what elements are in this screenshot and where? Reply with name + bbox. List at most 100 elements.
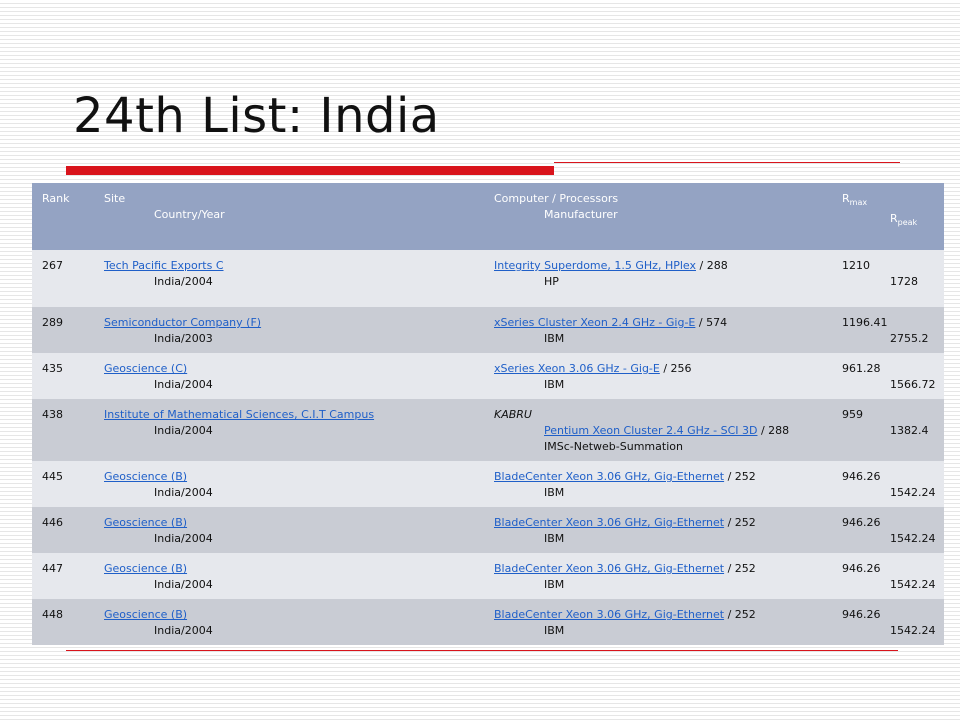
site-link[interactable]: Institute of Mathematical Sciences, C.I.… xyxy=(104,408,374,421)
header-country-year: Country/Year xyxy=(154,208,225,221)
header-rank: Rank xyxy=(42,192,70,205)
computer-link[interactable]: BladeCenter Xeon 3.06 GHz, Gig-Ethernet xyxy=(494,516,724,529)
header-computer-label: Computer / Processors xyxy=(494,192,619,205)
cell-performance: 961.28 1566.72 xyxy=(842,353,944,399)
rmax-value: 961.28 xyxy=(842,362,881,375)
rpeak-value: 1382.4 xyxy=(890,424,929,437)
country-year: India/2004 xyxy=(154,486,213,499)
site-link[interactable]: Geoscience (B) xyxy=(104,608,187,621)
rank-value: 445 xyxy=(42,470,63,483)
processor-count: / 252 xyxy=(724,470,756,483)
table-row: 435 Geoscience (C) India/2004 xSeries Xeon … xyxy=(32,353,944,399)
cell-site: Geoscience (B) India/2004 xyxy=(104,553,494,599)
computer-link[interactable]: xSeries Cluster Xeon 2.4 GHz - Gig-E xyxy=(494,316,695,329)
cell-computer: KABRU Pentium Xeon Cluster 2.4 GHz - SCI … xyxy=(494,399,842,461)
processor-count: / 252 xyxy=(724,562,756,575)
cell-rank: 445 xyxy=(32,461,104,507)
manufacturer: IBM xyxy=(544,532,565,545)
table-row: 445 Geoscience (B) India/2004 BladeCenter X… xyxy=(32,461,944,507)
computer-link[interactable]: BladeCenter Xeon 3.06 GHz, Gig-Ethernet xyxy=(494,608,724,621)
computer-link[interactable]: BladeCenter Xeon 3.06 GHz, Gig-Ethernet xyxy=(494,562,724,575)
cell-site: Geoscience (B) India/2004 xyxy=(104,461,494,507)
rpeak-value: 1728 xyxy=(890,275,918,288)
cell-rank: 446 xyxy=(32,507,104,553)
manufacturer: IMSc-Netweb-Summation xyxy=(544,440,683,453)
cell-computer: BladeCenter Xeon 3.06 GHz, Gig-Ethernet … xyxy=(494,599,842,645)
cell-rank: 447 xyxy=(32,553,104,599)
site-link[interactable]: Tech Pacific Exports C xyxy=(104,259,224,272)
manufacturer: IBM xyxy=(544,332,565,345)
country-year: India/2004 xyxy=(154,532,213,545)
manufacturer: HP xyxy=(544,275,559,288)
rmax-value: 946.26 xyxy=(842,470,881,483)
cell-computer: BladeCenter Xeon 3.06 GHz, Gig-Ethernet … xyxy=(494,553,842,599)
rmax-value: 946.26 xyxy=(842,516,881,529)
footer-divider-line xyxy=(66,650,898,651)
rank-value: 448 xyxy=(42,608,63,621)
header-manufacturer: Manufacturer xyxy=(544,208,618,221)
rpeak-value: 1542.24 xyxy=(890,486,936,499)
site-link[interactable]: Semiconductor Company (F) xyxy=(104,316,261,329)
rmax-value: 1196.41 xyxy=(842,316,888,329)
site-link[interactable]: Geoscience (B) xyxy=(104,470,187,483)
processor-count: / 252 xyxy=(724,516,756,529)
cell-rank: 289 xyxy=(32,307,104,353)
rmax-value: 1210 xyxy=(842,259,870,272)
computer-link[interactable]: Pentium Xeon Cluster 2.4 GHz - SCI 3D xyxy=(544,424,757,437)
rmax-value: 959 xyxy=(842,408,863,421)
table-row: 448 Geoscience (B) India/2004 BladeCenter X… xyxy=(32,599,944,645)
table-row: 267 Tech Pacific Exports C India/2004 Integ… xyxy=(32,250,944,307)
table-row: 438 Institute of Mathematical Sciences, C… xyxy=(32,399,944,461)
computer-link[interactable]: xSeries Xeon 3.06 GHz - Gig-E xyxy=(494,362,660,375)
rank-value: 289 xyxy=(42,316,63,329)
slide-title: 24th List: India xyxy=(73,88,440,144)
table-row: 447 Geoscience (B) India/2004 BladeCenter X… xyxy=(32,553,944,599)
header-rmax: Rmax xyxy=(842,192,868,208)
cell-computer: Integrity Superdome, 1.5 GHz, HPlex / 28… xyxy=(494,250,842,307)
rpeak-value: 2755.2 xyxy=(890,332,929,345)
cell-performance: 946.26 1542.24 xyxy=(842,599,944,645)
cell-computer: xSeries Xeon 3.06 GHz - Gig-E / 256 IBM xyxy=(494,353,842,399)
cell-site: Geoscience (B) India/2004 xyxy=(104,599,494,645)
country-year: India/2004 xyxy=(154,275,213,288)
cell-site: Tech Pacific Exports C India/2004 xyxy=(104,250,494,307)
country-year: India/2004 xyxy=(154,578,213,591)
rank-value: 435 xyxy=(42,362,63,375)
cell-performance: 946.26 1542.24 xyxy=(842,507,944,553)
processor-count: / 574 xyxy=(695,316,728,329)
cell-site: Institute of Mathematical Sciences, C.I.… xyxy=(104,399,494,461)
system-name: KABRU xyxy=(494,408,532,421)
header-site-label: Site xyxy=(104,192,126,205)
cell-rank: 267 xyxy=(32,250,104,307)
rpeak-value: 1542.24 xyxy=(890,578,936,591)
cell-site: Geoscience (B) India/2004 xyxy=(104,507,494,553)
header-site: Site Country/Year xyxy=(104,183,494,250)
cell-performance: 1196.41 2755.2 xyxy=(842,307,944,353)
rank-value: 446 xyxy=(42,516,63,529)
rpeak-value: 1566.72 xyxy=(890,378,936,391)
cell-site: Geoscience (C) India/2004 xyxy=(104,353,494,399)
cell-computer: xSeries Cluster Xeon 2.4 GHz - Gig-E / 5… xyxy=(494,307,842,353)
header-performance: Rmax Rpeak xyxy=(842,183,944,250)
country-year: India/2004 xyxy=(154,424,213,437)
processor-count: / 288 xyxy=(696,259,728,272)
site-link[interactable]: Geoscience (B) xyxy=(104,562,187,575)
computer-link[interactable]: Integrity Superdome, 1.5 GHz, HPlex xyxy=(494,259,696,272)
cell-rank: 448 xyxy=(32,599,104,645)
rank-value: 447 xyxy=(42,562,63,575)
cell-computer: BladeCenter Xeon 3.06 GHz, Gig-Ethernet … xyxy=(494,507,842,553)
country-year: India/2004 xyxy=(154,378,213,391)
manufacturer: IBM xyxy=(544,378,565,391)
site-link[interactable]: Geoscience (B) xyxy=(104,516,187,529)
rmax-value: 946.26 xyxy=(842,608,881,621)
manufacturer: IBM xyxy=(544,486,565,499)
computer-link[interactable]: BladeCenter Xeon 3.06 GHz, Gig-Ethernet xyxy=(494,470,724,483)
cell-performance: 946.26 1542.24 xyxy=(842,461,944,507)
header-rpeak: Rpeak xyxy=(890,212,918,228)
cell-rank: 435 xyxy=(32,353,104,399)
country-year: India/2004 xyxy=(154,624,213,637)
cell-rank: 438 xyxy=(32,399,104,461)
site-link[interactable]: Geoscience (C) xyxy=(104,362,187,375)
manufacturer: IBM xyxy=(544,578,565,591)
header-computer: Computer / Processors Manufacturer xyxy=(494,183,842,250)
